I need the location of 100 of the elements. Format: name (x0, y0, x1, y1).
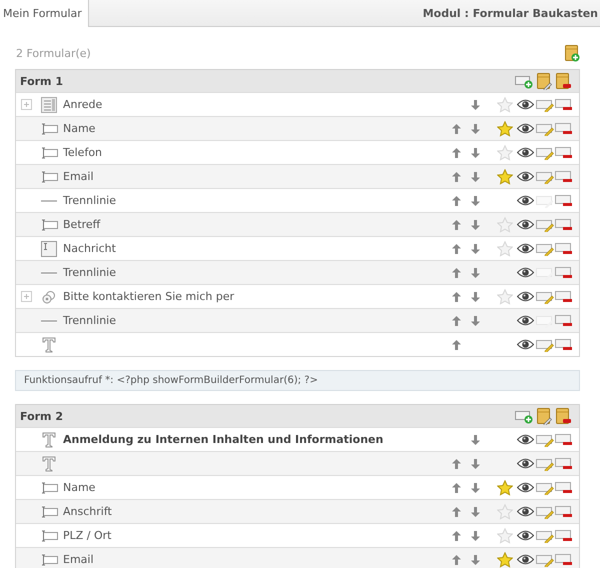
star-icon[interactable] (497, 504, 513, 520)
arrow-up-icon[interactable] (452, 482, 461, 492)
arrow-down-icon[interactable] (471, 220, 480, 230)
delete-icon[interactable] (555, 481, 572, 494)
arrow-up-icon[interactable] (452, 458, 461, 468)
eye-icon[interactable] (517, 530, 534, 541)
text-field-icon (40, 528, 58, 542)
delete-icon[interactable] (555, 457, 572, 470)
arrow-up-icon[interactable] (452, 506, 461, 516)
star-icon[interactable] (497, 480, 513, 496)
star-icon[interactable] (497, 144, 513, 160)
arrow-up-icon[interactable] (452, 292, 461, 302)
divider-icon (41, 270, 57, 274)
delete-icon[interactable] (555, 98, 572, 111)
arrow-up-icon[interactable] (452, 244, 461, 254)
arrow-down-icon[interactable] (471, 124, 480, 134)
eye-icon[interactable] (517, 195, 534, 206)
arrow-down-icon[interactable] (471, 434, 480, 444)
field-label: Nachricht (63, 242, 116, 255)
delete-icon[interactable] (555, 314, 572, 327)
delete-icon[interactable] (555, 146, 572, 159)
delete-icon[interactable] (555, 194, 572, 207)
delete-icon[interactable] (555, 266, 572, 279)
add-field-icon[interactable] (515, 408, 533, 424)
field-label: Name (63, 122, 96, 135)
eye-icon[interactable] (517, 123, 534, 134)
arrow-down-icon[interactable] (471, 506, 480, 516)
eye-icon[interactable] (517, 219, 534, 230)
arrow-up-icon[interactable] (452, 172, 461, 182)
star-icon[interactable] (497, 120, 513, 136)
text-field-icon (40, 170, 58, 184)
text-style-icon (42, 456, 56, 472)
arrow-up-icon[interactable] (452, 196, 461, 206)
star-icon[interactable] (497, 240, 513, 256)
eye-icon[interactable] (517, 339, 534, 350)
arrow-down-icon[interactable] (471, 196, 480, 206)
eye-icon[interactable] (517, 506, 534, 517)
arrow-down-icon[interactable] (471, 482, 480, 492)
arrow-up-icon[interactable] (452, 340, 461, 350)
star-icon[interactable] (497, 552, 513, 568)
delete-icon[interactable] (555, 338, 572, 351)
delete-form-icon[interactable] (555, 72, 571, 90)
options-icon (42, 290, 56, 304)
delete-form-icon[interactable] (555, 407, 571, 425)
star-icon[interactable] (497, 216, 513, 232)
eye-icon[interactable] (517, 434, 534, 445)
arrow-up-icon[interactable] (452, 268, 461, 278)
eye-icon[interactable] (517, 99, 534, 110)
edit-form-icon[interactable] (536, 72, 552, 90)
delete-icon[interactable] (555, 529, 572, 542)
expand-icon[interactable] (20, 291, 32, 302)
eye-icon[interactable] (517, 315, 534, 326)
arrow-down-icon[interactable] (471, 458, 480, 468)
expand-icon[interactable] (20, 99, 32, 110)
delete-icon[interactable] (555, 505, 572, 518)
arrow-up-icon[interactable] (452, 316, 461, 326)
eye-icon[interactable] (517, 458, 534, 469)
arrow-up-icon[interactable] (452, 124, 461, 134)
arrow-down-icon[interactable] (471, 268, 480, 278)
arrow-up-icon[interactable] (452, 554, 461, 564)
eye-icon[interactable] (517, 554, 534, 565)
add-form-icon[interactable] (564, 44, 580, 62)
text-field-icon (40, 218, 58, 232)
delete-icon[interactable] (555, 242, 572, 255)
arrow-down-icon[interactable] (471, 316, 480, 326)
star-icon[interactable] (497, 168, 513, 184)
eye-icon[interactable] (517, 482, 534, 493)
arrow-up-icon[interactable] (452, 530, 461, 540)
arrow-down-icon[interactable] (471, 554, 480, 564)
arrow-down-icon[interactable] (471, 100, 480, 110)
field-label: PLZ / Ort (63, 529, 112, 542)
delete-icon[interactable] (555, 433, 572, 446)
text-style-icon (42, 336, 56, 352)
star-icon[interactable] (497, 96, 513, 112)
form-title: Form 2 (20, 410, 64, 422)
eye-icon[interactable] (517, 171, 534, 182)
delete-icon[interactable] (555, 290, 572, 303)
arrow-down-icon[interactable] (471, 244, 480, 254)
arrow-down-icon[interactable] (471, 530, 480, 540)
eye-icon[interactable] (517, 243, 534, 254)
arrow-down-icon[interactable] (471, 172, 480, 182)
arrow-up-icon[interactable] (452, 148, 461, 158)
field-label: Trennlinie (63, 194, 116, 207)
text-field-icon (40, 122, 58, 136)
eye-icon[interactable] (517, 267, 534, 278)
star-icon[interactable] (497, 528, 513, 544)
eye-icon[interactable] (517, 291, 534, 302)
eye-icon[interactable] (517, 147, 534, 158)
delete-icon[interactable] (555, 122, 572, 135)
tab[interactable]: Mein Formular (0, 0, 89, 27)
arrow-down-icon[interactable] (471, 292, 480, 302)
arrow-down-icon[interactable] (471, 148, 480, 158)
add-field-icon[interactable] (515, 74, 533, 88)
delete-icon[interactable] (555, 218, 572, 231)
delete-icon[interactable] (555, 553, 572, 566)
edit-form-icon[interactable] (536, 407, 552, 425)
star-icon[interactable] (497, 288, 513, 304)
arrow-up-icon[interactable] (452, 220, 461, 230)
form-title: Form 1 (20, 74, 64, 88)
delete-icon[interactable] (555, 170, 572, 183)
